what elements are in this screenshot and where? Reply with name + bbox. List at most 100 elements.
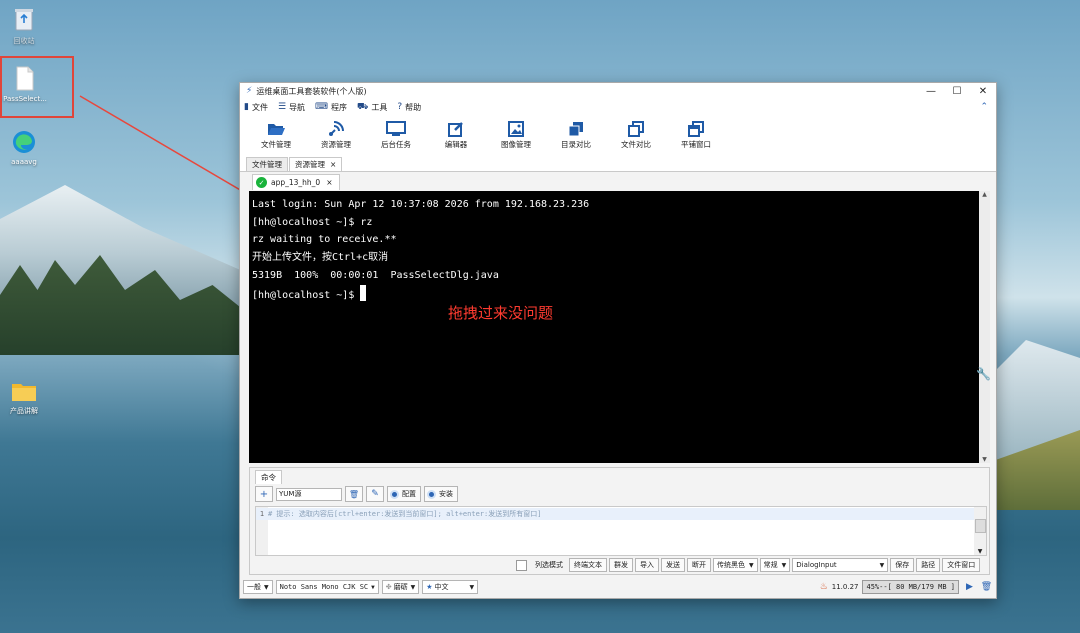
play-icon: ▶ [966, 582, 973, 592]
menu-navigation[interactable]: ☰ 导航 [278, 102, 305, 113]
command-editor[interactable]: 1 # 提示: 选取内容后[ctrl+enter:发送到当前窗口]; alt+en… [255, 506, 987, 556]
close-tab-icon[interactable]: × [330, 160, 336, 169]
edit-button[interactable]: ✎ [366, 486, 384, 502]
desktop-icon-folder[interactable]: 产品讲解 [0, 380, 52, 416]
trash-icon: 🗑 [980, 582, 993, 592]
trash-button[interactable]: 🗑 [980, 581, 993, 593]
monitor-icon [366, 119, 426, 139]
command-panel: 命令 + YUM源 🗑 ✎ 配置 安装 1 # 提示: 选取内容后[ctrl+en… [249, 467, 990, 575]
collapse-toolbar-icon[interactable]: ⌃ [980, 102, 988, 112]
connected-check-icon: ✓ [256, 177, 267, 188]
save-button[interactable]: 保存 [890, 558, 915, 572]
edge-icon [0, 130, 52, 156]
tab-session[interactable]: ✓ app_13_hh_0 × [252, 174, 340, 190]
java-icon: ♨ [819, 582, 828, 592]
path-button[interactable]: 路径 [916, 558, 941, 572]
scroll-down-icon[interactable]: ▼ [974, 548, 986, 555]
window-title: 运维桌面工具套装软件(个人版) [256, 86, 367, 96]
menu-file[interactable]: ▮ 文件 [244, 102, 268, 113]
import-button[interactable]: 导入 [635, 558, 659, 572]
size-select[interactable]: 一般 ▼ [243, 580, 273, 594]
scroll-thumb[interactable] [975, 519, 986, 533]
tool-dir-compare[interactable]: 目录对比 [546, 115, 606, 150]
chevron-down-icon: ▼ [469, 583, 475, 591]
terminal-text-button[interactable]: 终端文本 [569, 558, 607, 572]
column-mode-label: 列选模式 [535, 561, 563, 569]
tool-resource-manager[interactable]: 资源管理 [306, 115, 366, 150]
disconnect-button[interactable]: 断开 [687, 558, 711, 572]
dialog-font-select[interactable]: DialogInput ▼ [792, 558, 889, 572]
desktop-icon-edge[interactable]: aaaavg [0, 130, 52, 166]
language-select[interactable]: ★ 中文 ▼ [422, 580, 479, 594]
chevron-down-icon: ▼ [410, 583, 416, 591]
annotation-text: 拖拽过来没问题 [448, 304, 554, 322]
install-button[interactable]: 安装 [424, 486, 458, 502]
column-mode-checkbox[interactable] [516, 559, 527, 571]
color-scheme-select[interactable]: 传统黑色 ▼ [713, 558, 758, 572]
pencil-icon: ✎ [371, 489, 379, 499]
config-button[interactable]: 配置 [387, 486, 421, 502]
chevron-down-icon: ▼ [879, 561, 885, 569]
minimize-button[interactable]: — [918, 86, 944, 97]
tab-resource-manager[interactable]: 资源管理 × [289, 157, 343, 171]
copy-dir-icon [546, 119, 606, 139]
wrench-icon[interactable]: 🔧 [976, 367, 991, 381]
tab-command[interactable]: 命令 [255, 470, 282, 484]
folder-icon [0, 380, 52, 404]
image-icon [486, 119, 546, 139]
yum-source-input[interactable]: YUM源 [276, 487, 342, 501]
maximize-button[interactable]: ☐ [944, 86, 970, 97]
font-select[interactable]: Noto Sans Mono CJK SC ▼ [275, 580, 379, 594]
menu-help[interactable]: ? 帮助 [397, 102, 421, 113]
tool-editor[interactable]: 编辑器 [426, 115, 486, 150]
command-toolbar: + YUM源 🗑 ✎ 配置 安装 [255, 486, 461, 502]
command-options: 列选模式 终端文本 群发 导入 发送 断开 传统黑色 ▼ 常规 ▼ DialogIn… [516, 558, 982, 572]
send-button[interactable]: 发送 [661, 558, 685, 572]
desktop-icon-recycle-bin[interactable]: 回收站 [0, 6, 52, 46]
tool-image-manager[interactable]: 图像管理 [486, 115, 546, 150]
file-icon [0, 66, 53, 93]
memory-indicator: 45%--[ 80 MB/179 MB ] [862, 580, 959, 594]
delete-button[interactable]: 🗑 [345, 486, 363, 502]
menu-program[interactable]: ⌨ 程序 [315, 102, 347, 113]
file-window-button[interactable]: 文件窗口 [942, 558, 981, 572]
app-window: ⚡ 运维桌面工具套装软件(个人版) — ☐ ✕ ▮ 文件 ☰ 导航 ⌨ 程序 ⛟ 工具 … [239, 82, 997, 599]
menu-bar: ▮ 文件 ☰ 导航 ⌨ 程序 ⛟ 工具 ? 帮助 ⌃ [240, 99, 996, 115]
scroll-down-icon[interactable]: ▼ [979, 456, 990, 463]
run-button[interactable]: ▶ [963, 581, 976, 593]
tool-file-manager[interactable]: 文件管理 [246, 115, 306, 150]
desktop-icon-passselect[interactable]: PassSelect... [0, 66, 53, 103]
tool-background-tasks[interactable]: 后台任务 [366, 115, 426, 150]
editor-scrollbar[interactable]: ▼ [974, 507, 986, 555]
broadcast-button[interactable]: 群发 [609, 558, 633, 572]
mode-select[interactable]: 常规 ▼ [759, 558, 791, 572]
close-session-icon[interactable]: × [326, 178, 332, 187]
add-button[interactable]: + [255, 486, 273, 502]
editor-hint: # 提示: 选取内容后[ctrl+enter:发送到当前窗口]; alt+ent… [268, 510, 542, 518]
edit-icon [426, 119, 486, 139]
terminal-cursor [360, 284, 367, 301]
terminal-scrollbar[interactable]: ▲ ▼ [979, 191, 990, 463]
tool-tile-windows[interactable]: 平铺窗口 [666, 115, 726, 150]
terminal-line: Last login: Sun Apr 12 10:37:08 2026 fro… [252, 199, 590, 210]
trash-icon: 🗑 [348, 489, 360, 499]
folder-open-icon [246, 119, 306, 139]
tab-file-manager[interactable]: 文件管理 [246, 157, 288, 171]
install-icon [427, 489, 436, 499]
app-logo-icon: ⚡ [246, 86, 253, 96]
terminal-line: rz waiting to receive.** [252, 234, 397, 246]
menu-tools[interactable]: ⛟ 工具 [357, 102, 387, 113]
satellite-icon [306, 119, 366, 139]
tool-file-compare[interactable]: 文件对比 [606, 115, 666, 150]
windows-icon [666, 119, 726, 139]
scroll-up-icon[interactable]: ▲ [979, 191, 990, 198]
menu-icon: ☰ [277, 102, 287, 112]
close-button[interactable]: ✕ [970, 86, 996, 97]
chevron-down-icon: ▼ [749, 561, 754, 569]
terminal-output: Last login: Sun Apr 12 10:37:08 2026 fro… [252, 196, 589, 304]
theme-select[interactable]: ✤ 磨砺 ▼ [381, 580, 420, 594]
title-bar: ⚡ 运维桌面工具套装软件(个人版) — ☐ ✕ [240, 83, 996, 99]
terminal[interactable]: Last login: Sun Apr 12 10:37:08 2026 fro… [249, 191, 990, 463]
file-icon: ▮ [244, 102, 249, 112]
copy-file-icon [606, 119, 666, 139]
